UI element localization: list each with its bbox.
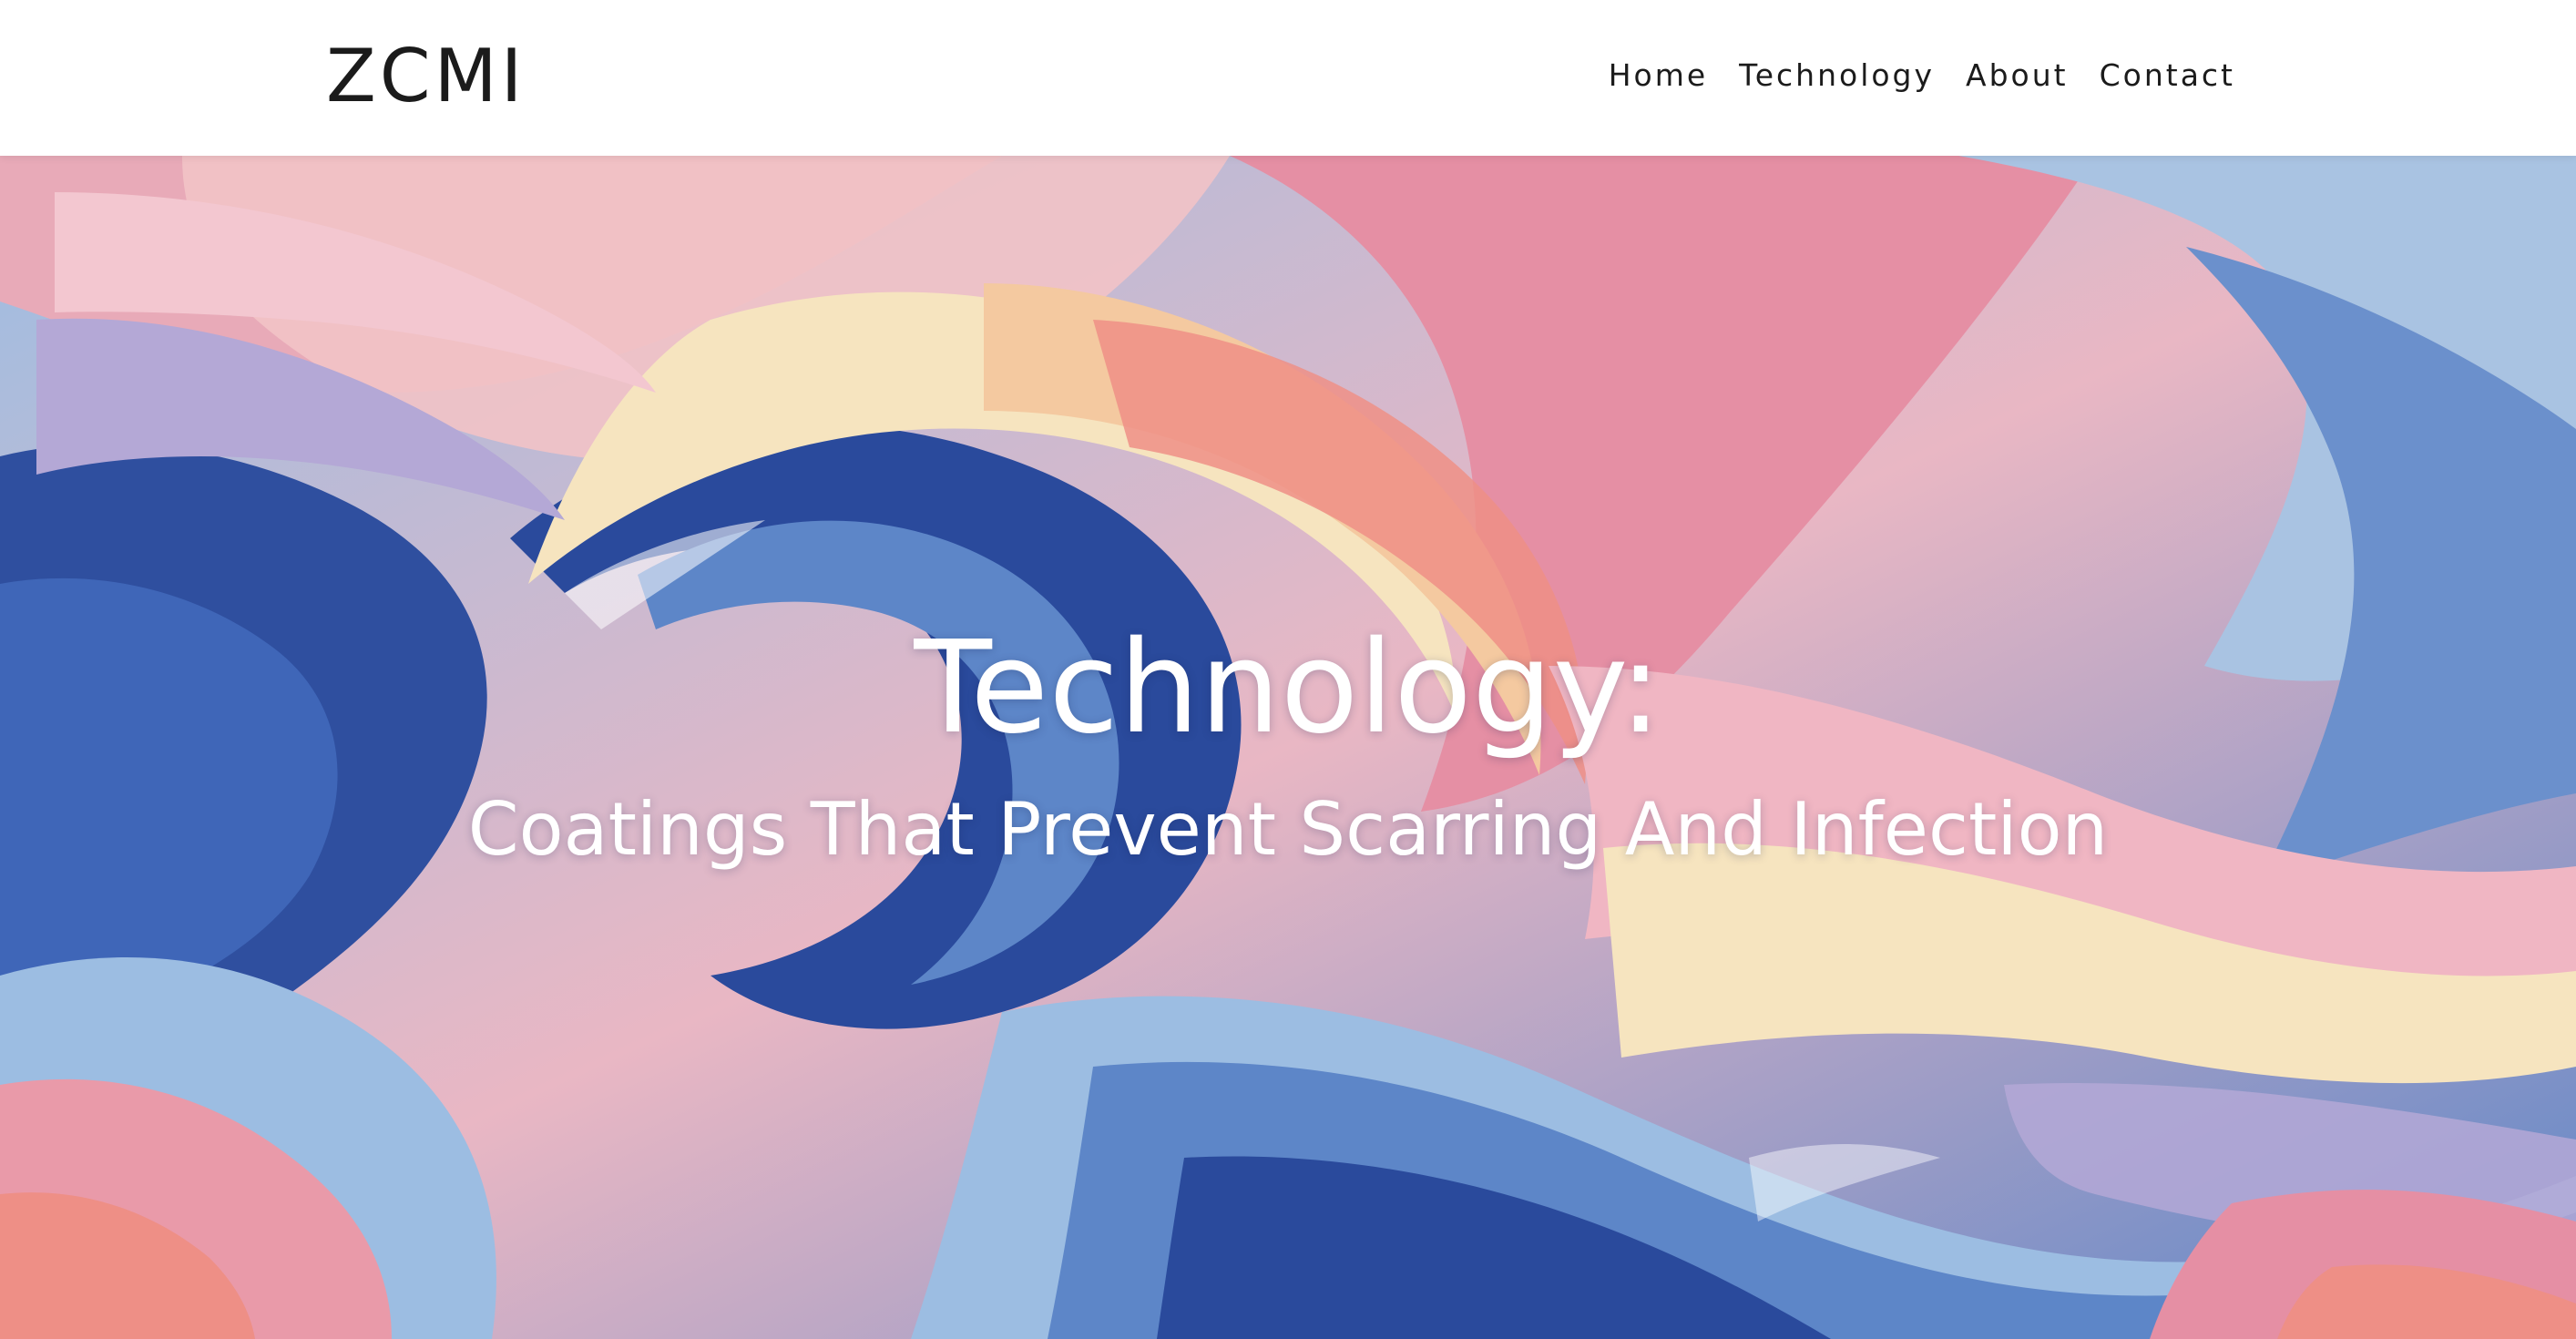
site-logo[interactable]: ZCMI (326, 33, 526, 120)
nav-contact-link[interactable]: Contact (2100, 53, 2235, 98)
hero-banner: Technology: Coatings That Prevent Scarri… (0, 156, 2576, 1339)
nav-technology-link[interactable]: Technology (1739, 53, 1935, 98)
nav-home-link[interactable]: Home (1609, 53, 1708, 98)
nav-about-link[interactable]: About (1966, 53, 2069, 98)
main-nav: Home Technology About Contact (1609, 53, 2235, 98)
site-header: ZCMI Home Technology About Contact (0, 0, 2576, 156)
hero-subtitle: Coatings That Prevent Scarring And Infec… (467, 787, 2109, 872)
hero-title: Technology: (914, 614, 1662, 762)
